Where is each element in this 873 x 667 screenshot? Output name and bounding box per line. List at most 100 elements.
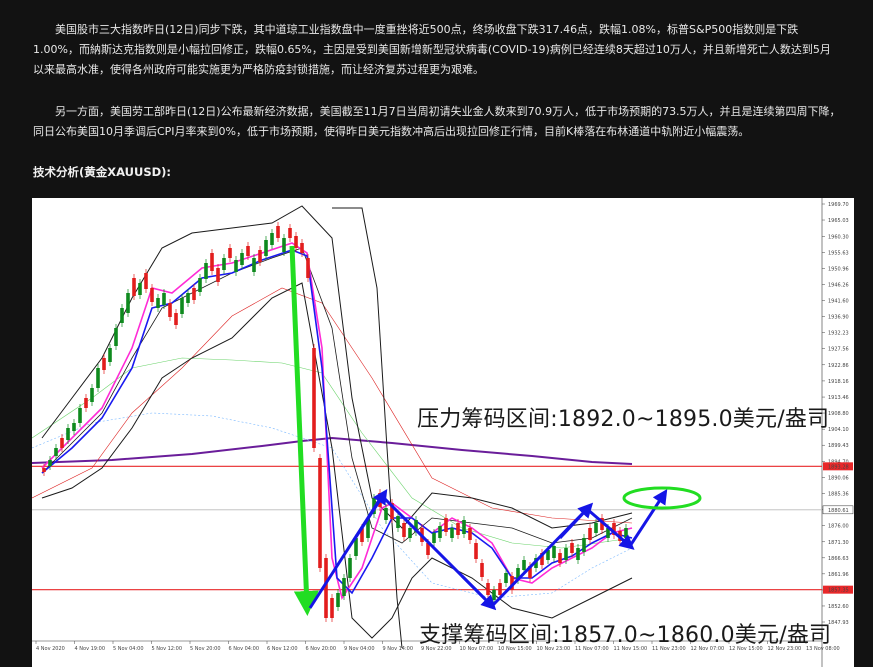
candle-body xyxy=(576,548,580,560)
candle-body xyxy=(102,358,106,370)
candle-body xyxy=(156,298,160,308)
zigzag-pattern-line xyxy=(308,493,589,609)
price-tick-label: 1871.30 xyxy=(828,540,849,546)
price-tick-label: 1941.60 xyxy=(828,298,849,304)
price-tick-label: 1908.80 xyxy=(828,411,849,417)
ma-green-line xyxy=(32,357,633,549)
candle-body xyxy=(552,546,556,558)
candle-body xyxy=(582,538,586,552)
price-tick-label: 1899.43 xyxy=(828,443,849,449)
candle-body xyxy=(456,523,460,535)
candle-body xyxy=(498,583,502,595)
candle-body xyxy=(558,553,562,563)
candle-body xyxy=(438,526,442,538)
time-tick-label: 5 Nov 20:00 xyxy=(190,646,221,652)
candle-body xyxy=(186,293,190,303)
time-tick-label: 4 Nov 2020 xyxy=(36,646,65,652)
gold-price-chart: 1969.70 1965.03 1960.30 1955.63 1950.96 1946.… xyxy=(32,198,854,667)
candle-body xyxy=(330,598,334,618)
target-arrow xyxy=(628,488,668,547)
candle-body xyxy=(336,593,340,607)
candle-body xyxy=(384,508,388,520)
price-tick-label: 1969.70 xyxy=(828,202,849,208)
article-paragraph-1: 美国股市三大指数昨日(12日)同步下跌，其中道琼工业指数盘中一度重挫将近500点… xyxy=(33,23,831,76)
candle-body xyxy=(162,293,166,305)
candle-body xyxy=(210,253,214,271)
candle-body xyxy=(624,528,628,538)
candle-body xyxy=(324,558,328,618)
candle-body xyxy=(408,528,412,538)
time-tick-label: 9 Nov 14:00 xyxy=(383,646,414,652)
pattern-arrowhead xyxy=(558,502,594,540)
price-marker-label: 1893.28 xyxy=(828,464,849,470)
candle-body xyxy=(216,268,220,282)
candle-body xyxy=(198,278,202,292)
resistance-zone-label: 压力筹码区间:1892.0~1895.0美元/盎司 xyxy=(417,407,830,432)
candle-body xyxy=(432,533,436,543)
pullback-arrow xyxy=(586,507,635,550)
article-paragraph-2: 另一方面，美国劳工部昨日(12日)公布最新经济数据，美国截至11月7日当周初请失… xyxy=(33,105,841,138)
candle-body xyxy=(150,288,154,302)
support-zone-label: 支撑筹码区间:1857.0~1860.0美元/盎司 xyxy=(419,623,832,648)
candle-body xyxy=(522,560,526,570)
candle-body xyxy=(192,288,196,300)
candle-body xyxy=(144,273,148,289)
candle-body xyxy=(570,543,574,553)
price-tick-label: 1965.03 xyxy=(828,218,849,224)
candle-body xyxy=(42,468,46,472)
price-tick-label: 1922.86 xyxy=(828,363,849,369)
candle-body xyxy=(270,233,274,245)
candle-body xyxy=(252,258,256,272)
candle-body xyxy=(486,583,490,595)
candle-body xyxy=(312,348,316,448)
candle-body xyxy=(474,543,478,559)
time-tick-label: 6 Nov 12:00 xyxy=(267,646,298,652)
section-heading: 技术分析(黄金XAUUSD): xyxy=(33,165,172,179)
price-tick-label: 1866.63 xyxy=(828,556,849,562)
time-tick-label: 6 Nov 20:00 xyxy=(306,646,337,652)
price-tick-label: 1918.16 xyxy=(828,379,849,385)
candle-body xyxy=(48,460,52,466)
candle-body xyxy=(66,428,70,440)
price-tick-label: 1885.36 xyxy=(828,492,849,498)
candle-body xyxy=(132,278,136,296)
candle-body xyxy=(318,458,322,568)
candle-body xyxy=(282,238,286,252)
price-marker-label: 1857.35 xyxy=(828,588,849,594)
candle-body xyxy=(264,240,268,256)
price-tick-label: 1932.23 xyxy=(828,331,849,337)
candle-body xyxy=(588,528,592,540)
candle-body xyxy=(402,523,406,537)
candle-body xyxy=(72,423,76,431)
candle-body xyxy=(126,293,130,313)
candle-body xyxy=(234,260,238,272)
candle-body xyxy=(492,590,496,600)
candle-body xyxy=(54,448,58,456)
candle-body xyxy=(306,258,310,278)
price-tick-label: 1960.30 xyxy=(828,234,849,240)
price-tick-label: 1876.00 xyxy=(828,524,849,530)
candle-body xyxy=(342,578,346,596)
time-tick-label: 6 Nov 04:00 xyxy=(229,646,260,652)
time-tick-label: 4 Nov 19:00 xyxy=(75,646,106,652)
time-tick-label: 5 Nov 04:00 xyxy=(113,646,144,652)
candle-body xyxy=(276,226,280,238)
price-tick-label: 1861.96 xyxy=(828,572,849,578)
candle-body xyxy=(84,398,88,408)
bollinger-upper xyxy=(41,205,633,529)
bollinger-lower xyxy=(41,282,633,639)
candle-body xyxy=(228,248,232,258)
price-tick-label: 1950.96 xyxy=(828,266,849,272)
candle-body xyxy=(204,263,208,279)
time-tick-label: 5 Nov 12:00 xyxy=(152,646,183,652)
candle-body xyxy=(108,348,112,362)
candle-body xyxy=(138,283,142,295)
candle-body xyxy=(168,303,172,317)
candle-body xyxy=(96,368,100,388)
price-tick-label: 1890.06 xyxy=(828,475,849,481)
price-tick-label: 1852.60 xyxy=(828,604,849,610)
candle-body xyxy=(120,308,124,323)
price-tick-label: 1955.63 xyxy=(828,250,849,256)
candle-body xyxy=(258,250,262,262)
price-tick-label: 1913.46 xyxy=(828,395,849,401)
